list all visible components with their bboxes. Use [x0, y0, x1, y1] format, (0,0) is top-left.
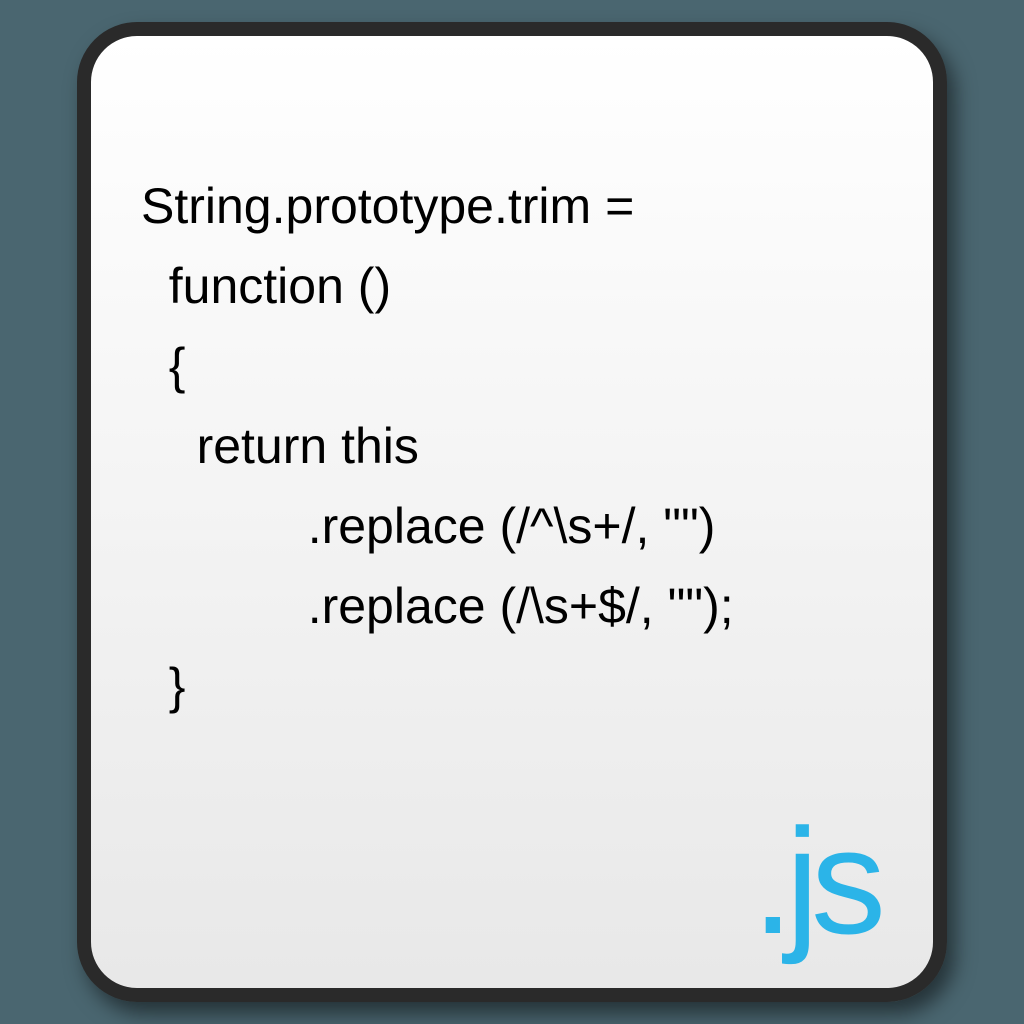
- code-line: {: [141, 338, 185, 394]
- code-line: String.prototype.trim =: [141, 178, 634, 234]
- code-snippet: String.prototype.trim = function () { re…: [141, 86, 893, 726]
- code-line: return this: [141, 418, 419, 474]
- code-line: .replace (/^\s+/, ""): [141, 498, 715, 554]
- code-line: }: [141, 658, 185, 714]
- javascript-file-icon: String.prototype.trim = function () { re…: [77, 22, 947, 1002]
- code-line: function (): [141, 258, 391, 314]
- file-extension-label: .js: [752, 795, 878, 968]
- code-line: .replace (/\s+$/, "");: [141, 578, 734, 634]
